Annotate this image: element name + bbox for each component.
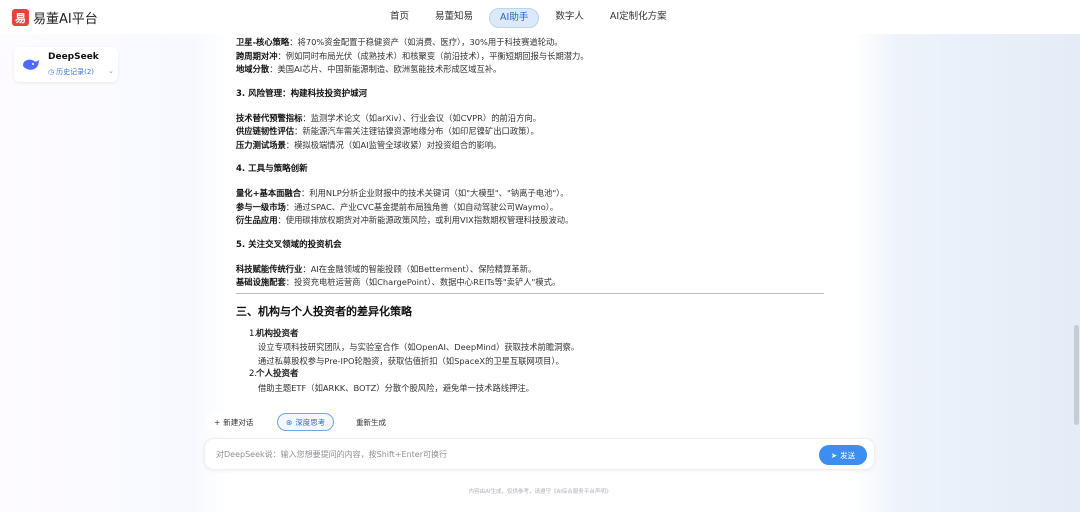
section-title: 3. 风险管理：构建科技投资护城河 <box>236 88 368 99</box>
main-nav: 首页 易董知易 AI助手 数字人 AI定制化方案 <box>380 8 677 28</box>
chevron-down-icon[interactable]: ⌄ <box>108 67 114 75</box>
list-sub-line: 通过私募股权参与Pre-IPO轮融资，获取估值折扣（如SpaceX的卫星互联网项… <box>258 355 564 366</box>
text-line: 衍生品应用：使用碳排放权期货对冲新能源政策风险，或利用VIX指数期权管理科技股波… <box>236 215 574 225</box>
clock-icon: ◷ <box>48 68 55 76</box>
text-line: 技术替代预警指标：监测学术论文（如arXiv）、行业会议（如CVPR）的前沿方向… <box>236 112 541 123</box>
nav-item-home[interactable]: 首页 <box>380 8 419 28</box>
bot-card[interactable]: DeepSeek ◷ 历史记录(2) ⌄ <box>14 47 118 82</box>
text-line: 地域分散：美国AI芯片、中国新能源制造、欧洲氢能技术形成区域互补。 <box>236 64 502 74</box>
text-line: 供应链韧性评估：新能源汽车需关注锂钴镍资源地缘分布（如印尼镍矿出口政策）。 <box>236 126 539 136</box>
nav-item-knowledge[interactable]: 易董知易 <box>425 8 483 28</box>
atom-icon: ⊛ <box>286 417 293 427</box>
bot-name: DeepSeek <box>48 52 99 62</box>
divider <box>236 292 824 294</box>
list-sub-line: 设立专项科技研究团队，与实验室合作（如OpenAI、DeepMind）获取技术前… <box>258 342 580 352</box>
deepseek-whale-icon <box>23 59 39 70</box>
new-chat-label: 新建对话 <box>223 417 254 427</box>
scrollbar-thumb[interactable] <box>1074 325 1079 425</box>
section-title: 5. 关注交叉领域的投资机会 <box>236 239 342 250</box>
nav-item-custom-solutions[interactable]: AI定制化方案 <box>600 8 677 28</box>
list-item: 2.个人投资者 <box>249 369 299 379</box>
regenerate-label: 重新生成 <box>356 417 386 427</box>
deep-think-label: 深度思考 <box>295 417 326 427</box>
text-line: 卫星-核心策略：将70%资金配置于稳健资产（如消费、医疗），30%用于科技赛道轮… <box>236 37 563 47</box>
nav-item-digital-human[interactable]: 数字人 <box>545 8 594 28</box>
footer-disclaimer: 内容由AI生成，仅供参考，请遵守《AI综合服务平台声明》 <box>468 489 612 495</box>
section-title: 4. 工具与策略创新 <box>236 164 308 174</box>
history-label: 历史记录(2) <box>56 68 95 76</box>
send-button[interactable]: ➤ 发送 <box>819 445 867 465</box>
new-chat-button[interactable]: + 新建对话 <box>206 413 262 431</box>
list-item: 1.机构投资者 <box>249 328 299 339</box>
chat-input-box[interactable]: 对DeepSeek说：输入您想要提问的内容，按Shift+Enter可换行 ➤ … <box>204 438 875 470</box>
list-sub-line: 借助主题ETF（如ARKK、BOTZ）分散个股风险，避免单一技术路线押注。 <box>258 382 534 393</box>
plus-icon: + <box>214 417 221 427</box>
paper-plane-icon: ➤ <box>830 450 838 460</box>
text-line: 科技赋能传统行业：AI在金融领域的智能投顾（如Betterment）、保险精算革… <box>236 263 537 274</box>
send-label: 发送 <box>840 450 856 460</box>
top-bar: 易 易董AI平台 首页 易董知易 AI助手 数字人 AI定制化方案 <box>0 0 1080 34</box>
text-line: 压力测试场景：模拟极端情况（如AI监管全球收紧）对投资组合的影响。 <box>236 139 502 150</box>
nav-item-ai-assistant[interactable]: AI助手 <box>489 8 540 28</box>
logo-icon: 易 <box>12 9 29 26</box>
text-line: 量化+基本面融合：利用NLP分析企业财报中的技术关键词（如"大模型"、"钠离子电… <box>236 188 569 198</box>
logo[interactable]: 易 易董AI平台 <box>12 8 98 27</box>
app-title: 易董AI平台 <box>33 12 98 27</box>
chat-message-content: 卫星-核心策略：将70%资金配置于稳健资产（如消费、医疗），30%用于科技赛道轮… <box>236 36 832 410</box>
section-heading: 三、机构与个人投资者的差异化策略 <box>236 304 412 318</box>
deep-think-toggle[interactable]: ⊛ 深度思考 <box>277 413 335 431</box>
text-line: 跨周期对冲：例如同时布局光伏（成熟技术）和核聚变（前沿技术），平衡短期回报与长期… <box>236 50 589 61</box>
history-link[interactable]: ◷ 历史记录(2) <box>48 67 94 77</box>
regenerate-button[interactable]: 重新生成 <box>348 413 394 431</box>
chat-input-placeholder[interactable]: 对DeepSeek说：输入您想要提问的内容，按Shift+Enter可换行 <box>216 449 447 460</box>
text-line: 参与一级市场：通过SPAC、产业CVC基金提前布局独角兽（如自动驾驶公司Waym… <box>236 201 559 212</box>
text-line: 基础设施配套：投资充电桩运营商（如ChargePoint）、数据中心REITs等… <box>236 277 561 287</box>
